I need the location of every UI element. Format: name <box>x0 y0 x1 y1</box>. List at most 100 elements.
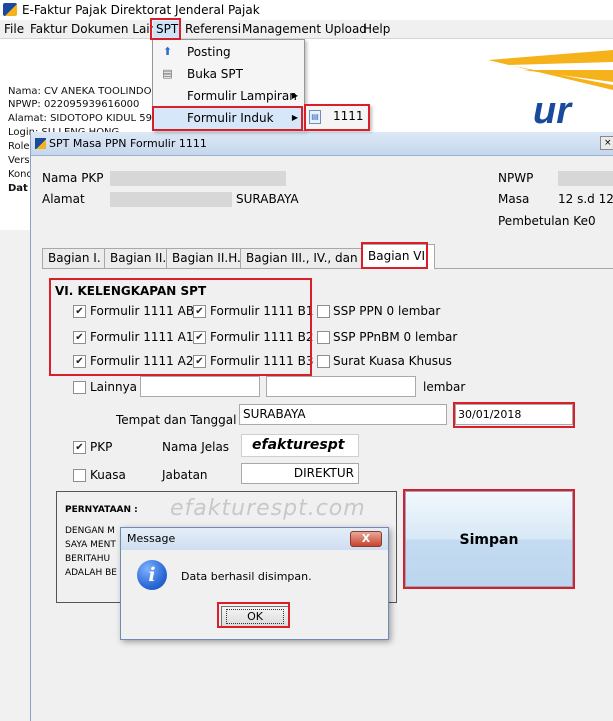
tempat-input[interactable]: SURABAYA <box>239 404 447 425</box>
pembetulan-label: Pembetulan Ke <box>498 214 588 228</box>
message-text: Data berhasil disimpan. <box>181 570 312 583</box>
message-dialog-title: Message <box>127 532 176 545</box>
pernyataan-line-4: ADALAH BE <box>65 568 117 578</box>
menu-item-buka-spt-label: Buka SPT <box>187 67 243 81</box>
menu-help[interactable]: Help <box>360 21 393 38</box>
info-role: Role <box>8 141 30 152</box>
checkbox-formulir-1111-b1[interactable]: ✔ <box>193 305 206 318</box>
main-window-title: E-Faktur Pajak Direktorat Jenderal Pajak <box>0 0 613 20</box>
checkbox-pkp[interactable]: ✔ <box>73 441 86 454</box>
menu-item-posting[interactable]: ⬆ Posting <box>153 41 304 63</box>
tempat-tanggal-label: Tempat dan Tanggal <box>116 413 237 427</box>
nama-jelas-input[interactable]: efakturespt <box>241 434 359 457</box>
tab-bagian-iii-iv-v[interactable]: Bagian III., IV., dan V. <box>240 248 378 268</box>
masa-label: Masa <box>498 192 530 206</box>
info-versi: Vers <box>8 155 30 166</box>
info-nama: Nama: CV ANEKA TOOLINDO I <box>8 86 158 97</box>
djp-logo-graphic <box>488 50 613 90</box>
menubar: File Faktur Dokumen Lain SPT Referensi M… <box>0 20 613 39</box>
checkbox-formulir-1111-a1[interactable]: ✔ <box>73 331 86 344</box>
tab-bagian-ii-h[interactable]: Bagian II.H. <box>166 248 247 268</box>
info-alamat: Alamat: SIDOTOPO KIDUL 59 <box>8 113 153 124</box>
ok-button[interactable]: OK <box>221 606 289 627</box>
checkbox-formulir-1111-b2[interactable]: ✔ <box>193 331 206 344</box>
simpan-button[interactable]: Simpan <box>405 491 573 587</box>
spt-window-close-icon[interactable]: × <box>600 136 613 150</box>
checkbox-formulir-1111-ab[interactable]: ✔ <box>73 305 86 318</box>
spt-window-titlebar[interactable]: SPT Masa PPN Formulir 1111 × <box>31 132 613 156</box>
spt-window-title: SPT Masa PPN Formulir 1111 <box>49 137 207 150</box>
main-window-title-text: E-Faktur Pajak Direktorat Jenderal Pajak <box>22 3 260 17</box>
message-dialog: Message X i Data berhasil disimpan. OK <box>120 527 389 640</box>
message-dialog-titlebar[interactable]: Message X <box>121 528 388 550</box>
checkbox-label-kuasa: Kuasa <box>90 468 126 482</box>
checkbox-label-formulir-1111-ab: Formulir 1111 AB <box>90 304 195 318</box>
pembetulan-value: 0 <box>588 214 596 228</box>
info-data: Dat <box>8 183 28 194</box>
tab-bagian-i[interactable]: Bagian I. <box>42 248 107 268</box>
checkbox-ssp-ppnbm[interactable] <box>317 331 330 344</box>
menu-faktur[interactable]: Faktur <box>27 21 70 38</box>
checkbox-label-formulir-1111-b3: Formulir 1111 B3 <box>210 354 314 368</box>
pernyataan-line-1: DENGAN M <box>65 526 115 536</box>
menu-dokumen-lain[interactable]: Dokumen Lain <box>68 21 160 38</box>
pernyataan-line-2: SAYA MENT <box>65 540 116 550</box>
lembar-label: lembar <box>423 380 466 394</box>
checkbox-label-surat-kuasa: Surat Kuasa Khusus <box>333 354 452 368</box>
lainnya-input[interactable] <box>140 376 260 397</box>
checkbox-label-formulir-1111-b1: Formulir 1111 B1 <box>210 304 314 318</box>
alamat-value-redacted <box>110 192 232 207</box>
checkbox-label-lainnya: Lainnya <box>90 380 138 394</box>
checkbox-kuasa[interactable] <box>73 469 86 482</box>
menu-spt[interactable]: SPT <box>153 21 182 38</box>
tab-bagian-vi[interactable]: Bagian VI. <box>362 244 435 269</box>
alamat-label: Alamat <box>42 192 85 206</box>
checkbox-surat-kuasa[interactable] <box>317 355 330 368</box>
checkbox-formulir-1111-b3[interactable]: ✔ <box>193 355 206 368</box>
submenu-arrow-icon: ▶ <box>291 113 298 122</box>
jabatan-input[interactable]: DIREKTUR <box>241 463 359 484</box>
checkbox-label-pkp: PKP <box>90 440 113 454</box>
checkbox-lainnya[interactable] <box>73 381 86 394</box>
menu-file[interactable]: File <box>1 21 27 38</box>
watermark-text: efakturespt.com <box>170 496 366 521</box>
kelengkapan-title: VI. KELENGKAPAN SPT <box>55 284 207 298</box>
pernyataan-title: PERNYATAAN : <box>65 505 138 515</box>
djp-logo-text: ur <box>533 90 571 132</box>
npwp-label: NPWP <box>498 171 534 185</box>
masa-value: 12 s.d 12 - <box>558 192 613 206</box>
folder-icon: ▤ <box>162 67 173 80</box>
alamat-value: SURABAYA <box>236 192 299 206</box>
checkbox-ssp-ppn[interactable] <box>317 305 330 318</box>
menu-item-formulir-lampiran-label: Formulir Lampiran <box>187 89 297 103</box>
message-dialog-close-icon[interactable]: X <box>350 531 382 547</box>
checkbox-label-ssp-ppnbm: SSP PPnBM 0 lembar <box>333 330 458 344</box>
nama-jelas-label: Nama Jelas <box>162 440 230 454</box>
main-background-left <box>0 230 30 721</box>
form-document-icon: ▤ <box>309 110 321 124</box>
submenu-arrow-icon: ▶ <box>291 91 298 100</box>
info-icon: i <box>137 560 167 590</box>
jabatan-label: Jabatan <box>162 468 208 482</box>
lainnya-lembar-input[interactable] <box>266 376 416 397</box>
menu-item-buka-spt[interactable]: ▤ Buka SPT <box>153 63 304 85</box>
menu-item-formulir-lampiran[interactable]: Formulir Lampiran ▶ <box>153 85 304 107</box>
tanggal-input[interactable]: 30/01/2018 <box>455 404 573 425</box>
checkbox-label-formulir-1111-b2: Formulir 1111 B2 <box>210 330 314 344</box>
checkbox-label-ssp-ppn: SSP PPN 0 lembar <box>333 304 441 318</box>
tab-strip-line <box>42 268 613 269</box>
ok-button-label: OK <box>226 609 284 624</box>
menu-referensi[interactable]: Referensi <box>182 21 244 38</box>
djp-logo: ur <box>448 50 613 140</box>
info-npwp: NPWP: 022095939616000 <box>8 99 140 110</box>
menu-item-formulir-induk[interactable]: Formulir Induk ▶ <box>153 107 304 129</box>
tab-bagian-ii[interactable]: Bagian II. <box>104 248 173 268</box>
checkbox-formulir-1111-a2[interactable]: ✔ <box>73 355 86 368</box>
spt-window-icon <box>35 138 46 149</box>
submenu-item-1111[interactable]: 1111 <box>333 109 364 123</box>
upload-icon: ⬆ <box>162 45 173 58</box>
menu-management-upload[interactable]: Management Upload <box>239 21 370 38</box>
checkbox-label-formulir-1111-a1: Formulir 1111 A1 <box>90 330 194 344</box>
spt-dropdown-menu: ⬆ Posting ▤ Buka SPT Formulir Lampiran ▶… <box>152 39 305 131</box>
npwp-value-redacted <box>558 171 613 186</box>
